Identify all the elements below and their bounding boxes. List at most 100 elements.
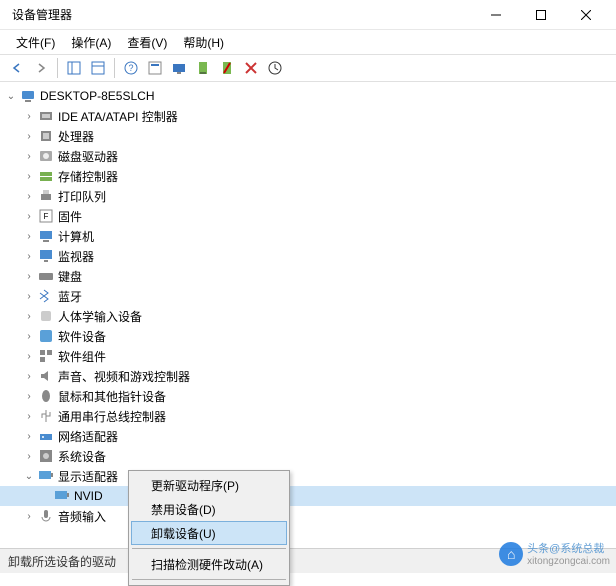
tree-node-audio-input[interactable]: › 音频输入: [0, 506, 616, 526]
forward-button[interactable]: [30, 57, 52, 79]
expand-icon[interactable]: ›: [22, 449, 36, 463]
scan-hardware-button[interactable]: [168, 57, 190, 79]
expand-icon[interactable]: ›: [22, 429, 36, 443]
tree-node[interactable]: › 蓝牙: [0, 286, 616, 306]
expand-icon[interactable]: ›: [22, 289, 36, 303]
ide-icon: [38, 108, 54, 124]
ctx-separator: [132, 579, 286, 580]
tree-node-label: NVID: [74, 489, 103, 503]
tree-node[interactable]: › 系统设备: [0, 446, 616, 466]
tree-root[interactable]: ⌄ DESKTOP-8E5SLCH: [0, 86, 616, 106]
tree-node-label: 键盘: [58, 268, 82, 285]
show-hide-tree-button[interactable]: [63, 57, 85, 79]
expand-icon[interactable]: ›: [22, 189, 36, 203]
device-tree[interactable]: ⌄ DESKTOP-8E5SLCH › IDE ATA/ATAPI 控制器 › …: [0, 82, 616, 548]
tree-node[interactable]: › 鼠标和其他指针设备: [0, 386, 616, 406]
maximize-button[interactable]: [518, 0, 563, 30]
expand-icon[interactable]: ›: [22, 349, 36, 363]
watermark-line2: xitongzongcai.com: [527, 556, 610, 567]
software-icon: [38, 328, 54, 344]
tree-node-nvidia[interactable]: NVID: [0, 486, 616, 506]
svg-text:?: ?: [128, 63, 133, 73]
expand-icon[interactable]: ›: [22, 109, 36, 123]
tree-node-label: 显示适配器: [58, 468, 118, 485]
tree-node-label: 监视器: [58, 248, 94, 265]
tree-node-label: 处理器: [58, 128, 94, 145]
tree-node[interactable]: › 软件设备: [0, 326, 616, 346]
tree-node[interactable]: › 人体学输入设备: [0, 306, 616, 326]
usb-icon: [38, 408, 54, 424]
expand-icon[interactable]: ›: [22, 309, 36, 323]
tree-node[interactable]: › 存储控制器: [0, 166, 616, 186]
ctx-disable-device[interactable]: 禁用设备(D): [131, 497, 287, 521]
tree-node[interactable]: › 监视器: [0, 246, 616, 266]
expand-icon[interactable]: ›: [22, 409, 36, 423]
tree-node[interactable]: › 打印队列: [0, 186, 616, 206]
tree-node[interactable]: › 键盘: [0, 266, 616, 286]
expand-icon[interactable]: ›: [22, 229, 36, 243]
ctx-scan-hardware[interactable]: 扫描检测硬件改动(A): [131, 552, 287, 576]
expand-icon[interactable]: ›: [22, 509, 36, 523]
expand-icon[interactable]: ›: [22, 389, 36, 403]
toolbar-separator: [114, 58, 115, 78]
window-controls: [473, 0, 608, 30]
printer-icon: [38, 188, 54, 204]
tree-node[interactable]: › 网络适配器: [0, 426, 616, 446]
toolbar-separator: [57, 58, 58, 78]
tree-node[interactable]: › 通用串行总线控制器: [0, 406, 616, 426]
enable-button[interactable]: [192, 57, 214, 79]
window-title: 设备管理器: [8, 6, 473, 23]
keyboard-icon: [38, 268, 54, 284]
action-button[interactable]: [144, 57, 166, 79]
expand-icon[interactable]: ⌄: [22, 469, 36, 483]
tree-node-label: 计算机: [58, 228, 94, 245]
display-adapter-icon: [38, 468, 54, 484]
firmware-icon: F: [38, 208, 54, 224]
monitor-icon: [38, 248, 54, 264]
uninstall-button[interactable]: [240, 57, 262, 79]
statusbar-text: 卸载所选设备的驱动: [8, 553, 116, 570]
menu-view[interactable]: 查看(V): [119, 32, 175, 53]
expand-icon[interactable]: ›: [22, 149, 36, 163]
ctx-update-driver[interactable]: 更新驱动程序(P): [131, 473, 287, 497]
properties-button[interactable]: [87, 57, 109, 79]
tree-node-label: 系统设备: [58, 448, 106, 465]
expand-icon[interactable]: ›: [22, 369, 36, 383]
tree-node[interactable]: › 软件组件: [0, 346, 616, 366]
audio-icon: [38, 368, 54, 384]
update-driver-button[interactable]: [264, 57, 286, 79]
minimize-button[interactable]: [473, 0, 518, 30]
expand-icon[interactable]: ›: [22, 269, 36, 283]
disable-button[interactable]: [216, 57, 238, 79]
expand-icon[interactable]: ›: [22, 169, 36, 183]
tree-node[interactable]: › 处理器: [0, 126, 616, 146]
expand-icon[interactable]: ›: [22, 209, 36, 223]
menu-file[interactable]: 文件(F): [8, 32, 63, 53]
tree-node-display-adapters[interactable]: ⌄ 显示适配器: [0, 466, 616, 486]
tree-node[interactable]: › 声音、视频和游戏控制器: [0, 366, 616, 386]
tree-node-label: 软件组件: [58, 348, 106, 365]
display-adapter-icon: [54, 488, 70, 504]
help-button[interactable]: ?: [120, 57, 142, 79]
tree-node[interactable]: › IDE ATA/ATAPI 控制器: [0, 106, 616, 126]
expand-icon[interactable]: ›: [22, 129, 36, 143]
ctx-uninstall-device[interactable]: 卸载设备(U): [131, 521, 287, 545]
expand-icon[interactable]: ›: [22, 329, 36, 343]
tree-node-label: 通用串行总线控制器: [58, 408, 166, 425]
expand-icon[interactable]: ⌄: [4, 89, 18, 103]
menu-action[interactable]: 操作(A): [63, 32, 119, 53]
context-menu: 更新驱动程序(P) 禁用设备(D) 卸载设备(U) 扫描检测硬件改动(A): [128, 470, 290, 586]
network-icon: [38, 428, 54, 444]
expand-icon[interactable]: ›: [22, 249, 36, 263]
tree-node-label: 人体学输入设备: [58, 308, 142, 325]
titlebar: 设备管理器: [0, 0, 616, 30]
tree-node[interactable]: › F 固件: [0, 206, 616, 226]
hid-icon: [38, 308, 54, 324]
tree-node[interactable]: › 计算机: [0, 226, 616, 246]
close-button[interactable]: [563, 0, 608, 30]
computer-icon: [20, 88, 36, 104]
back-button[interactable]: [6, 57, 28, 79]
tree-node[interactable]: › 磁盘驱动器: [0, 146, 616, 166]
audio-input-icon: [38, 508, 54, 524]
menu-help[interactable]: 帮助(H): [175, 32, 232, 53]
